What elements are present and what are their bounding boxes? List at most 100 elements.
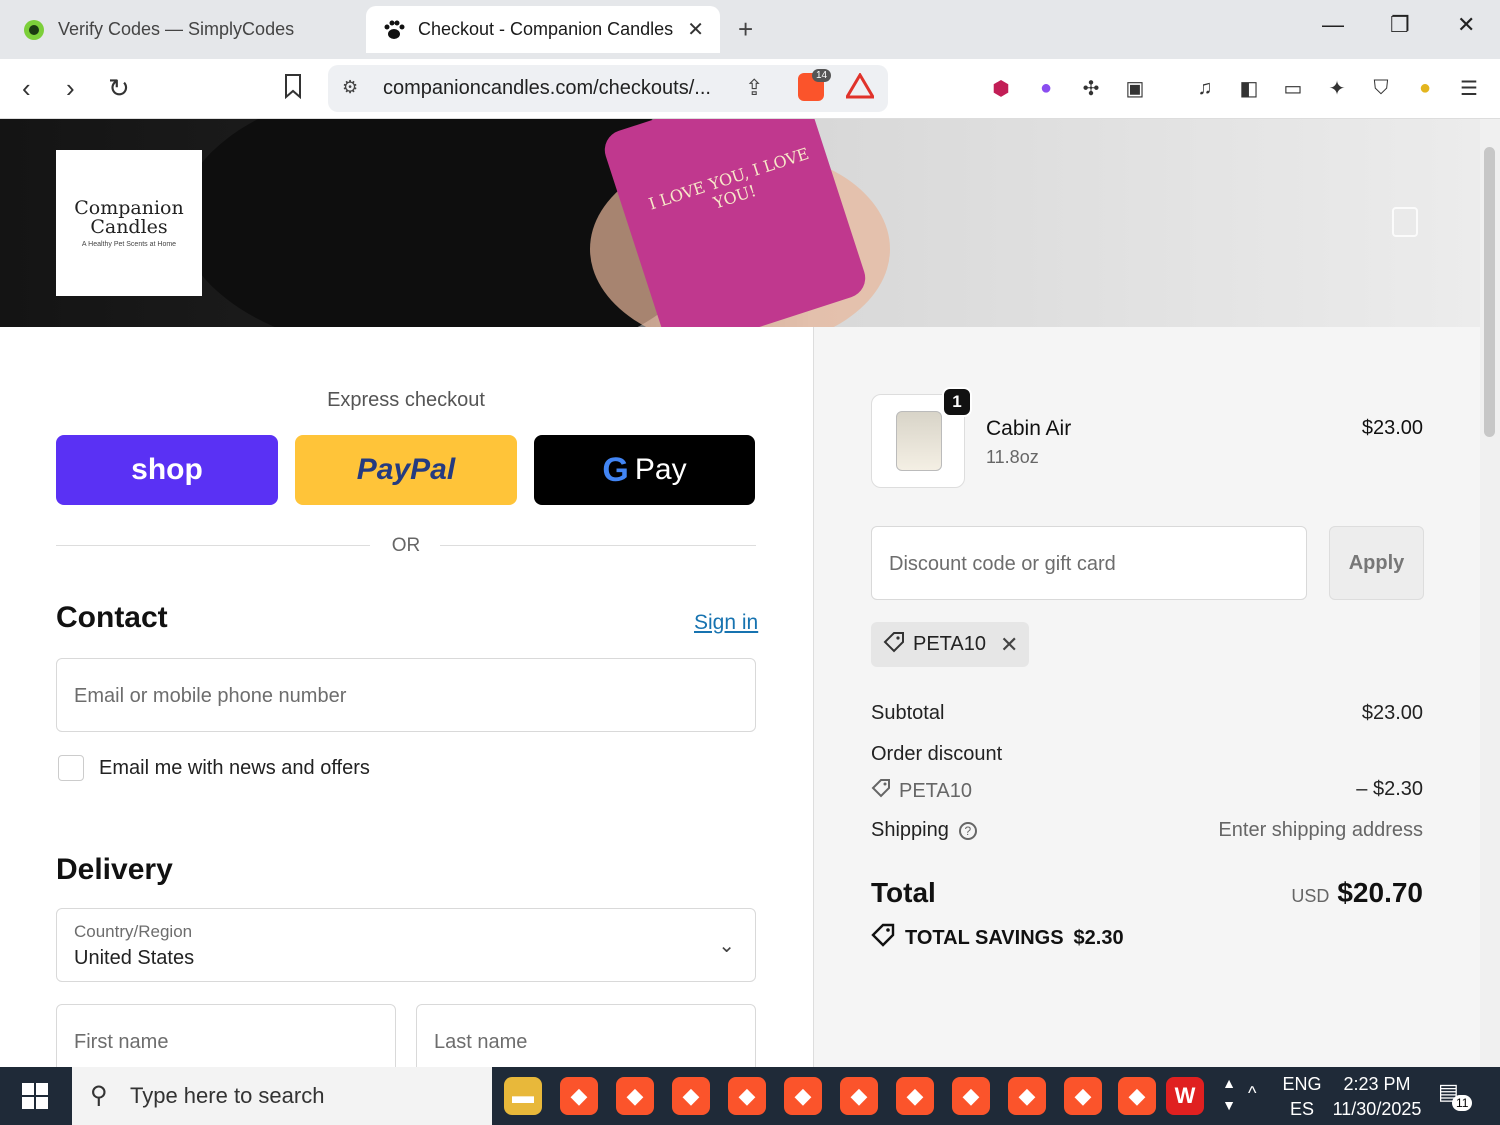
shop-pay-button[interactable]: shop: [56, 435, 278, 505]
tag-icon: [871, 923, 895, 953]
wallet-icon[interactable]: ▭: [1280, 75, 1306, 101]
taskbar-search[interactable]: ⚲ Type here to search: [72, 1067, 492, 1125]
store-logo[interactable]: Companion Candles A Healthy Pet Scents a…: [56, 150, 202, 296]
close-window-icon[interactable]: ✕: [1457, 12, 1475, 38]
site-settings-icon[interactable]: ⚙: [342, 77, 358, 98]
total-amount: USD $20.70: [1291, 877, 1423, 909]
windows-start-icon[interactable]: [0, 1067, 70, 1125]
country-value: United States: [74, 947, 195, 969]
hero-banner: I LOVE YOU, I LOVE YOU! Companion Candle…: [0, 119, 1480, 327]
restore-icon[interactable]: ❐: [1390, 12, 1410, 38]
new-tab-icon[interactable]: +: [738, 14, 753, 45]
email-field[interactable]: Email or mobile phone number: [56, 658, 756, 732]
back-icon[interactable]: ‹: [22, 73, 31, 104]
country-label: Country/Region: [74, 922, 193, 941]
remove-discount-icon[interactable]: ✕: [1000, 632, 1018, 658]
express-checkout-label: Express checkout: [327, 389, 485, 411]
apply-button[interactable]: Apply: [1329, 526, 1424, 600]
candle-jar-image: [896, 411, 942, 471]
country-select[interactable]: Country/Region United States ⌄: [56, 908, 756, 982]
first-name-field[interactable]: First name: [56, 1004, 396, 1067]
brave-app-icon[interactable]: ◆: [616, 1077, 654, 1115]
share-icon[interactable]: ⇪: [745, 75, 763, 101]
close-tab-icon[interactable]: ✕: [687, 17, 704, 42]
product-variant: 11.8oz: [986, 447, 1039, 467]
ublock-icon[interactable]: ⬢: [988, 75, 1014, 101]
lang-bottom: ES: [1289, 1099, 1314, 1119]
show-hidden-icons-icon[interactable]: ^: [1248, 1081, 1256, 1106]
divider: [56, 545, 370, 546]
brave-app-icon[interactable]: ◆: [1064, 1077, 1102, 1115]
product-price: $23.00: [1361, 417, 1423, 439]
savings-label: TOTAL SAVINGS: [905, 926, 1064, 949]
discount-value: – $2.30: [1356, 778, 1423, 800]
gpay-label: Pay: [634, 453, 687, 486]
news-label: Email me with news and offers: [99, 757, 370, 779]
brave-app-icon[interactable]: ◆: [560, 1077, 598, 1115]
menu-icon[interactable]: ☰: [1456, 75, 1482, 101]
checkout-page: I LOVE YOU, I LOVE YOU! Companion Candle…: [0, 119, 1480, 1067]
total-value: $20.70: [1337, 877, 1423, 908]
page-scrollbar[interactable]: [1480, 119, 1500, 1067]
vpn-icon[interactable]: ⛉: [1368, 75, 1394, 101]
address-bar[interactable]: ⚙ companioncandles.com/checkouts/... ⇪ 1…: [328, 65, 888, 112]
extension-purple-icon[interactable]: ●: [1033, 75, 1059, 101]
brave-app-icon[interactable]: ◆: [784, 1077, 822, 1115]
checkout-form: Express checkout shop PayPal G Pay OR Co…: [0, 327, 813, 1067]
reader-icon[interactable]: ▣: [1122, 75, 1148, 101]
chevron-down-icon: ⌄: [718, 935, 735, 957]
last-name-field[interactable]: Last name: [416, 1004, 756, 1067]
language-indicator[interactable]: ENG ES: [1280, 1072, 1324, 1122]
bookmark-icon[interactable]: [282, 73, 304, 106]
tab-checkout[interactable]: Checkout - Companion Candles ✕: [366, 6, 720, 53]
media-icon[interactable]: ♫: [1192, 75, 1218, 101]
tab-bar: Verify Codes — SimplyCodes Checkout - Co…: [0, 0, 1500, 59]
brave-app-icon[interactable]: ◆: [896, 1077, 934, 1115]
help-icon[interactable]: ?: [958, 821, 977, 840]
brave-app-icon[interactable]: ◆: [840, 1077, 878, 1115]
currency: USD: [1291, 886, 1330, 906]
tag-icon: [883, 631, 905, 659]
first-name-placeholder: First name: [74, 1031, 169, 1053]
tab-simplycodes[interactable]: Verify Codes — SimplyCodes: [10, 6, 360, 53]
file-explorer-icon[interactable]: ▬: [504, 1077, 542, 1115]
brave-app-icon[interactable]: ◆: [672, 1077, 710, 1115]
url-text: companioncandles.com/checkouts/...: [383, 77, 711, 99]
applied-discount-chip: PETA10 ✕: [871, 622, 1029, 667]
google-pay-button[interactable]: G Pay: [534, 435, 755, 505]
brave-app-icon[interactable]: ◆: [1008, 1077, 1046, 1115]
forward-icon[interactable]: ›: [66, 73, 75, 104]
scrollbar-thumb[interactable]: [1484, 147, 1495, 437]
logo-line2: Candles: [90, 215, 168, 238]
product-name: Cabin Air: [986, 417, 1072, 440]
notifications-icon[interactable]: ▤ 11: [1438, 1079, 1473, 1111]
savings-value: $2.30: [1073, 926, 1124, 949]
candle-label: I LOVE YOU, I LOVE YOU!: [646, 143, 812, 214]
time: 2:23 PM: [1343, 1074, 1411, 1094]
brave-rewards-icon[interactable]: [844, 72, 876, 104]
brave-app-icon[interactable]: ◆: [1118, 1077, 1156, 1115]
minimize-icon[interactable]: —: [1322, 12, 1344, 38]
brave-app-icon[interactable]: ◆: [952, 1077, 990, 1115]
discount-input[interactable]: Discount code or gift card: [871, 526, 1307, 600]
clock[interactable]: 2:23 PM 11/30/2025: [1330, 1072, 1424, 1122]
news-checkbox[interactable]: [58, 755, 84, 781]
cart-icon[interactable]: [1392, 207, 1418, 237]
profile-icon[interactable]: ●: [1412, 75, 1438, 101]
discount-code-row: PETA10: [871, 778, 972, 804]
reload-icon[interactable]: ↻: [108, 73, 130, 104]
applied-code: PETA10: [913, 633, 986, 655]
taskbar-scroll-icon[interactable]: ▲ ▼: [1218, 1072, 1240, 1116]
contact-heading: Contact: [56, 601, 168, 634]
wps-office-icon[interactable]: W: [1166, 1077, 1204, 1115]
extensions-icon[interactable]: ✣: [1078, 75, 1104, 101]
paypal-button[interactable]: PayPal: [295, 435, 517, 505]
paw-icon: [382, 18, 406, 42]
brave-app-icon[interactable]: ◆: [728, 1077, 766, 1115]
sign-in-link[interactable]: Sign in: [694, 611, 758, 635]
simplycodes-icon: [22, 18, 46, 42]
leo-ai-icon[interactable]: ✦: [1324, 75, 1350, 101]
sidebar-icon[interactable]: ◧: [1236, 75, 1262, 101]
subtotal-label: Subtotal: [871, 702, 945, 724]
shipping-label: Shipping: [871, 819, 949, 841]
